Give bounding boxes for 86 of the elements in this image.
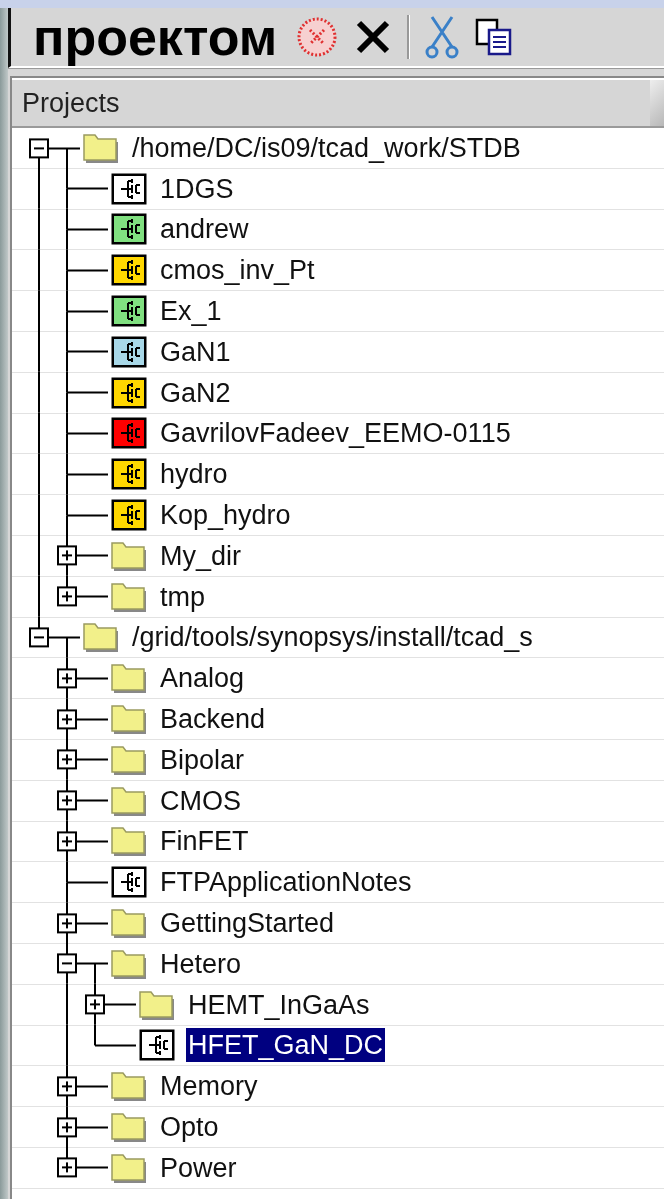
tree-item-label[interactable]: Analog [158, 661, 247, 696]
expand-toggle[interactable] [29, 627, 49, 648]
project-icon [110, 498, 148, 533]
tree-connector [66, 698, 109, 740]
project-icon [110, 865, 148, 900]
overlay-caption: проектом [33, 9, 278, 65]
tree-item-label[interactable]: GaN1 [158, 334, 233, 369]
tree-item-label[interactable]: CMOS [158, 783, 243, 818]
scrollbar-edge[interactable] [650, 80, 664, 126]
tree-item-label[interactable]: GettingStarted [158, 906, 337, 941]
tree-item-label[interactable]: Hetero [158, 946, 244, 981]
tree-item-label[interactable]: cmos_inv_Pt [158, 253, 317, 288]
tree-connector [66, 902, 109, 944]
folder-icon [110, 947, 148, 980]
scissors-icon[interactable] [424, 15, 461, 59]
tree-item-label[interactable]: /grid/tools/synopsys/install/tcad_s [130, 620, 535, 655]
folder-icon [110, 907, 148, 940]
folder-icon [110, 539, 148, 572]
tree-item-label[interactable]: HFET_GaN_DC [186, 1028, 386, 1063]
folder-icon [138, 988, 176, 1021]
tree-connector [38, 372, 109, 414]
tree-connector [38, 413, 109, 454]
expand-toggle[interactable] [57, 586, 77, 607]
tree-item-label[interactable]: Ex_1 [158, 294, 224, 329]
project-icon [110, 416, 148, 451]
tree-item-label[interactable]: FTPApplicationNotes [158, 865, 414, 900]
expand-toggle[interactable] [29, 137, 49, 158]
project-icon [110, 457, 148, 492]
tree-connector [38, 331, 109, 373]
tree-item-label[interactable]: FinFET [158, 824, 251, 859]
tree-connector [38, 209, 109, 250]
tree-item-label[interactable]: /home/DC/is09/tcad_work/STDB [130, 130, 523, 165]
tree-connector [38, 249, 109, 291]
folder-icon [110, 580, 148, 613]
tree-item-label[interactable]: Memory [158, 1069, 260, 1104]
project-icon [110, 212, 148, 247]
tree-item-label[interactable]: GavrilovFadeev_EEMO-0115 [158, 416, 513, 451]
expand-toggle[interactable] [57, 709, 77, 730]
tree-item-label[interactable]: My_dir [158, 538, 243, 573]
project-icon [110, 334, 148, 369]
expand-toggle[interactable] [85, 994, 105, 1015]
folder-icon [110, 825, 148, 858]
expand-toggle[interactable] [57, 790, 77, 811]
expand-toggle[interactable] [57, 749, 77, 770]
tree-connector [38, 494, 109, 536]
tree-connector [38, 535, 109, 577]
tree-connector [66, 780, 109, 822]
folder-icon [110, 1070, 148, 1103]
folder-icon [110, 743, 148, 776]
project-icon [138, 1028, 176, 1063]
expand-toggle[interactable] [57, 1157, 77, 1178]
tree-item-label[interactable]: Backend [158, 702, 268, 737]
tree-connector [66, 861, 109, 903]
folder-icon [82, 131, 120, 164]
project-icon [110, 253, 148, 288]
folder-icon [110, 703, 148, 736]
folder-icon [110, 1111, 148, 1143]
expand-toggle[interactable] [57, 913, 77, 934]
expand-toggle[interactable] [57, 953, 77, 974]
tree-item-label[interactable]: Power [158, 1150, 239, 1185]
project-icon [110, 294, 148, 329]
tree-item-label[interactable]: tmp [158, 579, 207, 614]
expand-toggle[interactable] [57, 1117, 77, 1137]
folder-icon [110, 1151, 148, 1184]
tree-item-label[interactable]: GaN2 [158, 375, 233, 410]
tree-item-label[interactable]: Opto [158, 1110, 221, 1144]
folder-icon [110, 784, 148, 817]
tree-item-label[interactable]: Kop_hydro [158, 498, 293, 533]
tree-connector [38, 290, 109, 332]
tree-connector [66, 657, 109, 699]
tree-connector [66, 739, 109, 781]
expand-toggle[interactable] [57, 831, 77, 852]
expand-toggle[interactable] [57, 545, 77, 566]
tree-item-label[interactable]: Bipolar [158, 742, 247, 777]
tree-connector [38, 453, 109, 495]
tree-connector [66, 821, 109, 862]
project-icon [110, 171, 148, 206]
tree-item-label[interactable]: 1DGS [158, 171, 236, 206]
tree-item-label[interactable]: HEMT_InGaAs [186, 987, 372, 1022]
expand-toggle[interactable] [57, 668, 77, 689]
project-icon [110, 375, 148, 410]
folder-icon [82, 621, 120, 654]
folder-icon [110, 662, 148, 695]
tree-item-label[interactable]: andrew [158, 212, 251, 247]
tree-item-label[interactable]: hydro [158, 457, 230, 492]
expand-toggle[interactable] [57, 1076, 77, 1097]
